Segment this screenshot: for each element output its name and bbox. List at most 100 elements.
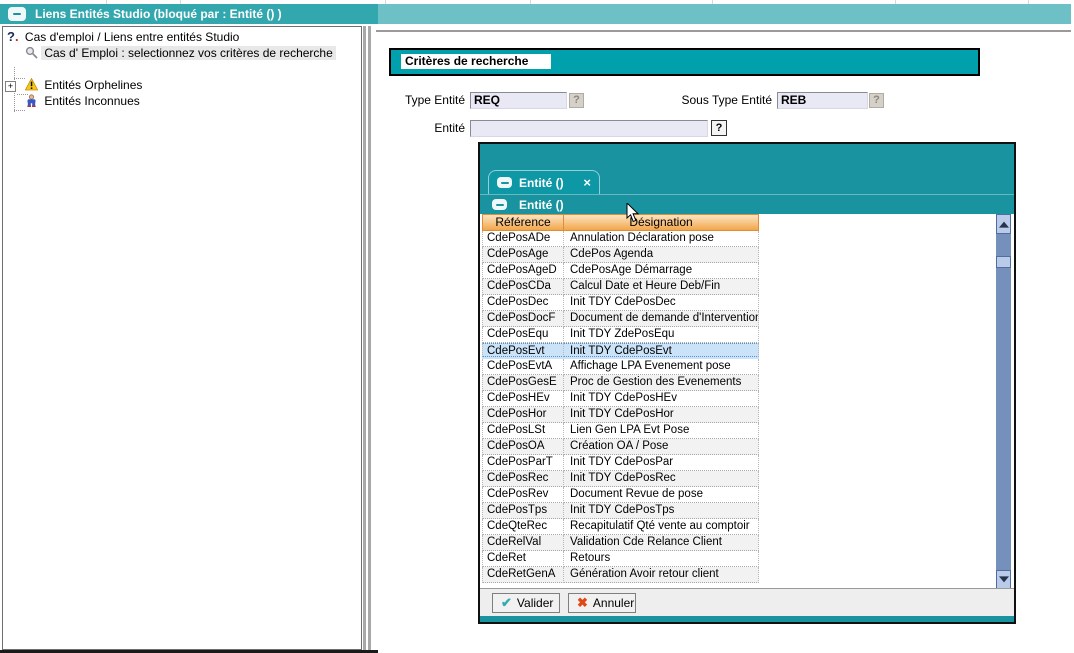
dialog-subtitle-label: Entité ()	[519, 198, 564, 212]
cell-designation[interactable]: Init TDY CdePosEvt	[564, 343, 759, 357]
cell-reference[interactable]: CdePosAgeD	[482, 263, 564, 279]
tree-root-label[interactable]: Cas d'emploi / Liens entre entités Studi…	[22, 30, 242, 44]
entite-input[interactable]	[470, 120, 708, 137]
cell-reference[interactable]: CdePosTps	[482, 503, 564, 519]
table-row[interactable]: CdePosOACréation OA / Pose	[482, 439, 759, 455]
vertical-scrollbar[interactable]	[996, 214, 1011, 590]
table-row[interactable]: CdePosAgeDCdePosAge Démarrage	[482, 263, 759, 279]
table-row[interactable]: CdeQteRecRecapitulatif Qté vente au comp…	[482, 519, 759, 535]
table-row[interactable]: CdePosRecInit TDY CdePosRec	[482, 471, 759, 487]
cell-reference[interactable]: CdePosRec	[482, 471, 564, 487]
cell-designation[interactable]: Lien Gen LPA Evt Pose	[564, 423, 759, 439]
cell-reference[interactable]: CdePosHor	[482, 407, 564, 423]
type-entite-input[interactable]: REQ	[470, 92, 567, 109]
cell-reference[interactable]: CdeRelVal	[482, 535, 564, 551]
cell-reference[interactable]: CdePosEvt	[482, 343, 564, 357]
table-row[interactable]: CdePosEquInit TDY ZdePosEqu	[482, 327, 759, 343]
table-row[interactable]: CdePosGesEProc de Gestion des Evenements	[482, 375, 759, 391]
scroll-up-button[interactable]	[996, 214, 1011, 234]
cell-designation[interactable]: Calcul Date et Heure Deb/Fin	[564, 279, 759, 295]
cell-reference[interactable]: CdePosCDa	[482, 279, 564, 295]
table-row[interactable]: CdePosTpsInit TDY CdePosTps	[482, 503, 759, 519]
valider-button[interactable]: ✔ Valider	[492, 593, 560, 613]
cell-reference[interactable]: CdePosLSt	[482, 423, 564, 439]
cell-designation[interactable]: Recapitulatif Qté vente au comptoir	[564, 519, 759, 535]
cell-reference[interactable]: CdePosParT	[482, 455, 564, 471]
tab-entite[interactable]: Entité () ×	[488, 170, 600, 194]
table-row[interactable]: CdePosAgeCdePos Agenda	[482, 247, 759, 263]
annuler-label: Annuler	[593, 596, 634, 610]
cell-designation[interactable]: Retours	[564, 551, 759, 567]
table-row[interactable]: CdePosParTInit TDY CdePosPar	[482, 455, 759, 471]
cell-designation[interactable]: Validation Cde Relance Client	[564, 535, 759, 551]
cell-reference[interactable]: CdePosEvtA	[482, 359, 564, 375]
cell-reference[interactable]: CdePosEqu	[482, 327, 564, 343]
annuler-button[interactable]: ✖ Annuler	[568, 593, 636, 613]
cell-reference[interactable]: CdePosGesE	[482, 375, 564, 391]
scroll-down-button[interactable]	[996, 570, 1011, 590]
tab-label[interactable]: Entité ()	[519, 176, 576, 190]
cell-designation[interactable]: Init TDY CdePosPar	[564, 455, 759, 471]
cell-designation[interactable]: Init TDY CdePosTps	[564, 503, 759, 519]
cell-designation[interactable]: Génération Avoir retour client	[564, 567, 759, 583]
tree-item-cas-emploi[interactable]: Cas d' Emploi : selectionnez vos critère…	[25, 45, 336, 61]
table-row[interactable]: CdePosRevDocument Revue de pose	[482, 487, 759, 503]
column-header-reference[interactable]: Référence	[482, 214, 564, 231]
tree-item-entites-orphelines[interactable]: Entités Orphelines	[25, 77, 145, 93]
table-row[interactable]: CdePosDocFDocument de demande d'Interven…	[482, 311, 759, 327]
arrow-down-icon	[999, 576, 1009, 582]
cell-designation[interactable]: Document Revue de pose	[564, 487, 759, 503]
cell-reference[interactable]: CdePosOA	[482, 439, 564, 455]
warning-triangle-icon	[25, 78, 38, 91]
cell-designation[interactable]: Init TDY CdePosDec	[564, 295, 759, 311]
panel-splitter[interactable]	[363, 26, 366, 653]
cell-designation[interactable]: Init TDY CdePosRec	[564, 471, 759, 487]
scrollbar-thumb[interactable]	[996, 256, 1011, 268]
panel-splitter[interactable]	[368, 26, 371, 653]
column-header-designation[interactable]: Désignation	[564, 214, 759, 231]
cell-designation[interactable]: Init TDY CdePosHor	[564, 407, 759, 423]
cell-designation[interactable]: Création OA / Pose	[564, 439, 759, 455]
table-row[interactable]: CdePosEvtAAffichage LPA Evenement pose	[482, 359, 759, 375]
table-row[interactable]: CdePosCDaCalcul Date et Heure Deb/Fin	[482, 279, 759, 295]
cell-reference[interactable]: CdePosHEv	[482, 391, 564, 407]
expand-plus-icon[interactable]: +	[5, 81, 16, 92]
sous-type-entite-input[interactable]: REB	[777, 92, 868, 109]
entite-help-button[interactable]: ?	[711, 120, 727, 136]
tree-root-row[interactable]: ?. Cas d'emploi / Liens entre entités St…	[7, 29, 242, 45]
cell-reference[interactable]: CdeQteRec	[482, 519, 564, 535]
cell-reference[interactable]: CdePosDec	[482, 295, 564, 311]
cell-designation[interactable]: Annulation Déclaration pose	[564, 231, 759, 247]
cell-reference[interactable]: CdePosRev	[482, 487, 564, 503]
tree-item-label[interactable]: Entités Inconnues	[41, 94, 142, 108]
tree-item-label[interactable]: Cas d' Emploi : selectionnez vos critère…	[41, 46, 335, 60]
tree-item-label[interactable]: Entités Orphelines	[41, 78, 145, 92]
cell-reference[interactable]: CdePosDocF	[482, 311, 564, 327]
cell-designation[interactable]: Init TDY CdePosHEv	[564, 391, 759, 407]
table-row[interactable]: CdePosLStLien Gen LPA Evt Pose	[482, 423, 759, 439]
window-minimize-icon[interactable]	[8, 7, 26, 21]
window-minimize-icon	[497, 177, 512, 188]
cell-reference[interactable]: CdeRet	[482, 551, 564, 567]
table-row[interactable]: CdeRetRetours	[482, 551, 759, 567]
table-row[interactable]: CdePosEvtInit TDY CdePosEvt	[482, 343, 759, 359]
cell-designation[interactable]: Document de demande d'Intervention	[564, 311, 759, 327]
entity-table-body: CdePosADeAnnulation Déclaration poseCdeP…	[482, 231, 759, 583]
sous-type-entite-help-button: ?	[869, 93, 884, 108]
cell-designation[interactable]: CdePosAge Démarrage	[564, 263, 759, 279]
table-row[interactable]: CdeRelValValidation Cde Relance Client	[482, 535, 759, 551]
cell-reference[interactable]: CdeRetGenA	[482, 567, 564, 583]
close-icon[interactable]: ×	[583, 176, 591, 189]
cell-reference[interactable]: CdePosAge	[482, 247, 564, 263]
table-row[interactable]: CdeRetGenAGénération Avoir retour client	[482, 567, 759, 583]
cell-designation[interactable]: Proc de Gestion des Evenements	[564, 375, 759, 391]
tree-item-entites-inconnues[interactable]: Entités Inconnues	[25, 93, 143, 109]
cell-designation[interactable]: CdePos Agenda	[564, 247, 759, 263]
table-row[interactable]: CdePosDecInit TDY CdePosDec	[482, 295, 759, 311]
table-row[interactable]: CdePosADeAnnulation Déclaration pose	[482, 231, 759, 247]
cell-designation[interactable]: Affichage LPA Evenement pose	[564, 359, 759, 375]
table-row[interactable]: CdePosHEvInit TDY CdePosHEv	[482, 391, 759, 407]
table-row[interactable]: CdePosHorInit TDY CdePosHor	[482, 407, 759, 423]
cell-reference[interactable]: CdePosADe	[482, 231, 564, 247]
cell-designation[interactable]: Init TDY ZdePosEqu	[564, 327, 759, 343]
